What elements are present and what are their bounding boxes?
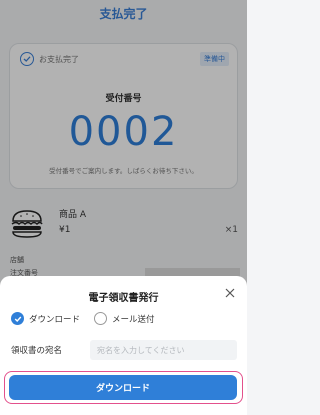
sheet-title: 電子領収書発行 bbox=[88, 293, 159, 304]
download-button-label: ダウンロード bbox=[95, 384, 150, 394]
recipient-row: 領収書の宛名 bbox=[11, 340, 237, 360]
radio-checked-icon bbox=[11, 312, 24, 325]
close-button[interactable] bbox=[223, 286, 237, 300]
option-email[interactable]: メール送付 bbox=[94, 312, 155, 325]
option-email-label: メール送付 bbox=[112, 314, 155, 325]
recipient-input[interactable] bbox=[90, 340, 237, 360]
close-icon bbox=[225, 288, 235, 298]
option-download[interactable]: ダウンロード bbox=[11, 312, 80, 325]
delivery-method-group: ダウンロード メール送付 bbox=[11, 312, 169, 325]
download-button[interactable]: ダウンロード bbox=[9, 375, 237, 400]
radio-unchecked-icon bbox=[94, 312, 108, 325]
receipt-sheet: 電子領収書発行 ダウンロード メール送付 領収書の宛名 ダウンロード bbox=[0, 276, 247, 415]
recipient-label: 領収書の宛名 bbox=[11, 346, 63, 356]
option-download-label: ダウンロード bbox=[29, 314, 81, 325]
